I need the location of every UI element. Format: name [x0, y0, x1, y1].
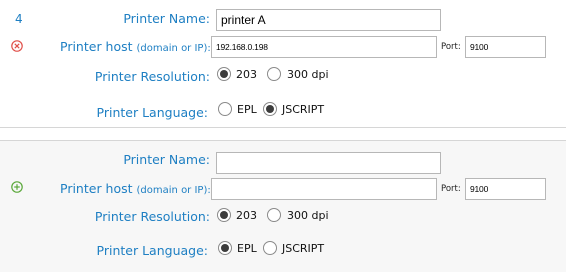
language-jscript-radio[interactable] — [263, 102, 277, 116]
printer-host-label-text: Printer host — [60, 181, 133, 196]
language-jscript-label: JSCRIPT — [282, 242, 325, 255]
printer-index: 4 — [15, 12, 23, 26]
port-label: Port: — [441, 42, 461, 52]
language-epl-radio[interactable] — [218, 102, 232, 116]
printer-host-hint: (domain or IP): — [136, 185, 211, 196]
language-epl-label: EPL — [237, 103, 257, 116]
printer-name-label: Printer Name: — [123, 152, 210, 167]
printer-language-label: Printer Language: — [96, 243, 208, 258]
printer-name-input[interactable]: printer A — [216, 9, 441, 31]
resolution-300-radio[interactable] — [267, 208, 281, 222]
language-jscript-radio[interactable] — [263, 241, 277, 255]
language-epl-radio[interactable] — [218, 241, 232, 255]
language-jscript-label: JSCRIPT — [282, 103, 325, 116]
printer-resolution-label: Printer Resolution: — [94, 209, 210, 224]
printer-name-input[interactable] — [216, 152, 441, 174]
resolution-203-radio[interactable] — [217, 208, 231, 222]
add-circle-icon[interactable] — [11, 181, 23, 193]
printer-host-label: Printer host (domain or IP): — [60, 39, 211, 54]
resolution-300-label: 300 dpi — [287, 209, 329, 222]
printer-name-label: Printer Name: — [123, 11, 210, 26]
printer-panel-1: 4 Printer Name: printer A Printer host (… — [0, 0, 566, 128]
resolution-203-label: 203 — [236, 68, 257, 81]
printer-host-label: Printer host (domain or IP): — [60, 181, 211, 196]
resolution-300-radio[interactable] — [267, 67, 281, 81]
remove-circle-icon[interactable] — [11, 40, 23, 52]
port-input[interactable]: 9100 — [465, 178, 546, 200]
resolution-300-label: 300 dpi — [287, 68, 329, 81]
printer-host-hint: (domain or IP): — [136, 43, 211, 54]
printer-host-input[interactable]: 192.168.0.198 — [211, 36, 437, 58]
port-label: Port: — [441, 184, 461, 194]
printer-language-label: Printer Language: — [96, 105, 208, 120]
printer-panel-2: Printer Name: Printer host (domain or IP… — [0, 140, 566, 272]
language-epl-label: EPL — [237, 242, 257, 255]
port-input[interactable]: 9100 — [465, 36, 546, 58]
printer-host-input[interactable] — [211, 178, 437, 200]
printer-resolution-label: Printer Resolution: — [94, 69, 210, 84]
printer-host-label-text: Printer host — [60, 39, 133, 54]
resolution-203-radio[interactable] — [217, 67, 231, 81]
resolution-203-label: 203 — [236, 209, 257, 222]
